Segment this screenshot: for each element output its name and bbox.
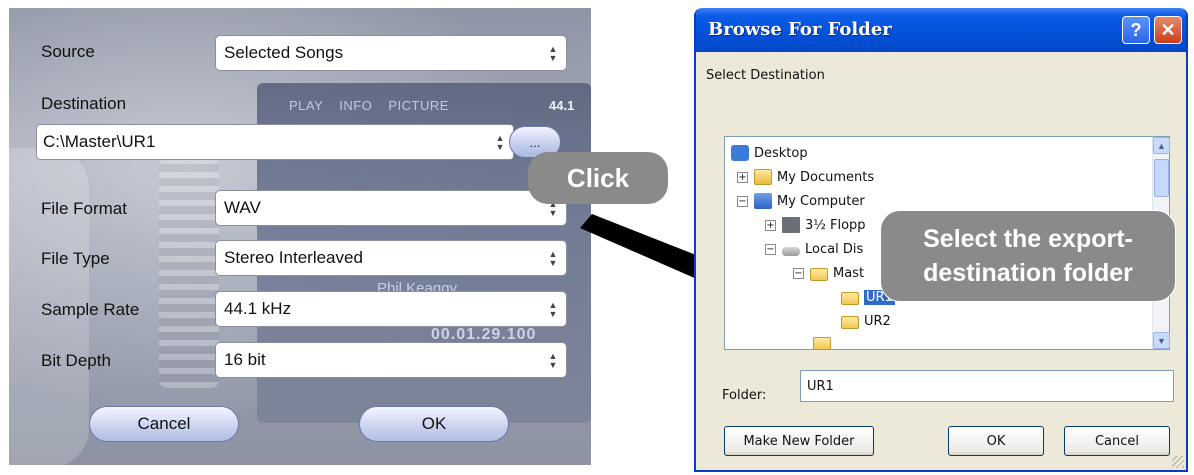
source-value: Selected Songs xyxy=(224,43,344,62)
ok-button[interactable]: OK xyxy=(948,426,1044,456)
destination-label: Destination xyxy=(41,94,127,113)
cancel-button[interactable]: Cancel xyxy=(89,406,239,442)
folder-label: Folder: xyxy=(722,388,767,403)
folder-icon xyxy=(813,336,831,349)
tree-item-partial xyxy=(813,335,836,349)
scroll-down-icon[interactable]: ▼ xyxy=(1153,332,1170,349)
destination-value: C:\Master\UR1 xyxy=(43,132,156,151)
bg-rate: 44.1 xyxy=(549,98,575,113)
spin-arrows-icon: ▲ ▼ xyxy=(495,133,505,152)
resize-grip-icon[interactable] xyxy=(1172,456,1184,468)
dialog-title: Browse For Folder xyxy=(708,19,892,40)
ok-button[interactable]: OK xyxy=(359,406,509,442)
expand-plus-icon[interactable]: + xyxy=(737,171,748,183)
tree-item-master[interactable]: − Mast xyxy=(793,261,864,285)
folder-open-icon xyxy=(810,267,828,281)
tree-item-label: My Computer xyxy=(777,193,865,209)
tree-item-ur2[interactable]: UR2 xyxy=(841,309,891,333)
file-format-select[interactable]: WAV ▲ ▼ xyxy=(215,190,567,226)
dialog-titlebar[interactable]: Browse For Folder ? ✕ xyxy=(696,8,1186,52)
background-nav: PLAY INFO PICTURE xyxy=(289,98,449,113)
bg-nav-info: INFO xyxy=(339,98,373,113)
callout-line-2: destination folder xyxy=(923,259,1133,287)
make-new-folder-button[interactable]: Make New Folder xyxy=(724,426,874,456)
bit-depth-select[interactable]: 16 bit ▲ ▼ xyxy=(215,342,567,378)
sample-rate-label: Sample Rate xyxy=(41,300,140,319)
collapse-minus-icon[interactable]: − xyxy=(765,243,776,255)
tree-item-local-disk[interactable]: − Local Dis xyxy=(765,237,863,261)
destination-select[interactable]: C:\Master\UR1 ▲ ▼ xyxy=(36,124,514,160)
tree-item-label: My Documents xyxy=(777,169,875,185)
source-select[interactable]: Selected Songs ▲ ▼ xyxy=(215,35,567,71)
expand-plus-icon[interactable]: + xyxy=(765,219,776,231)
hard-disk-icon xyxy=(782,246,800,256)
source-label: Source xyxy=(41,42,95,61)
scroll-up-icon[interactable]: ▲ xyxy=(1153,137,1170,154)
tree-item-label: Local Dis xyxy=(805,241,864,257)
file-format-label: File Format xyxy=(41,199,127,218)
tree-item-label: 3½ Flopp xyxy=(805,217,866,233)
tree-item-my-computer[interactable]: − My Computer xyxy=(737,189,865,213)
bit-depth-label: Bit Depth xyxy=(41,351,111,370)
spin-arrows-icon: ▲ ▼ xyxy=(548,351,558,370)
floppy-drive-icon xyxy=(782,217,800,233)
bg-nav-play: PLAY xyxy=(289,98,324,113)
tree-item-label: Mast xyxy=(833,265,865,281)
tree-item-label: Desktop xyxy=(754,145,808,161)
select-folder-callout: Select the export- destination folder xyxy=(880,210,1176,302)
file-type-select[interactable]: Stereo Interleaved ▲ ▼ xyxy=(215,240,567,276)
collapse-minus-icon[interactable]: − xyxy=(737,195,748,207)
tree-item-desktop[interactable]: Desktop xyxy=(731,141,808,165)
sample-rate-select[interactable]: 44.1 kHz ▲ ▼ xyxy=(215,291,567,327)
background-fader-graphic xyxy=(159,158,219,388)
spin-arrows-icon: ▲ ▼ xyxy=(548,300,558,319)
dialog-prompt: Select Destination xyxy=(706,68,825,83)
sample-rate-value: 44.1 kHz xyxy=(224,299,292,318)
cancel-button[interactable]: Cancel xyxy=(1064,426,1170,456)
collapse-minus-icon[interactable]: − xyxy=(793,267,804,279)
help-icon[interactable]: ? xyxy=(1122,16,1150,44)
desktop-icon xyxy=(731,145,749,161)
spin-arrows-icon: ▲ ▼ xyxy=(548,249,558,268)
bit-depth-value: 16 bit xyxy=(224,350,266,369)
callout-line-1: Select the export- xyxy=(923,225,1133,253)
tree-item-my-documents[interactable]: + My Documents xyxy=(737,165,874,189)
tree-item-floppy[interactable]: + 3½ Flopp xyxy=(765,213,866,237)
spin-arrows-icon: ▲ ▼ xyxy=(548,44,558,63)
export-settings-panel: PLAY INFO PICTURE 44.1 Phil Keaggy 00.01… xyxy=(9,8,591,465)
computer-icon xyxy=(754,193,772,209)
bg-nav-picture: PICTURE xyxy=(388,98,449,113)
folder-name-input[interactable]: UR1 xyxy=(800,370,1174,402)
file-type-label: File Type xyxy=(41,249,110,268)
click-callout: Click xyxy=(528,152,668,204)
file-format-value: WAV xyxy=(224,198,261,217)
close-icon[interactable]: ✕ xyxy=(1154,16,1182,44)
folder-icon xyxy=(841,315,859,329)
file-type-value: Stereo Interleaved xyxy=(224,248,363,267)
scroll-thumb[interactable] xyxy=(1154,159,1169,197)
documents-folder-icon xyxy=(754,169,772,185)
tree-item-label: UR2 xyxy=(864,313,891,329)
folder-icon xyxy=(841,291,859,305)
